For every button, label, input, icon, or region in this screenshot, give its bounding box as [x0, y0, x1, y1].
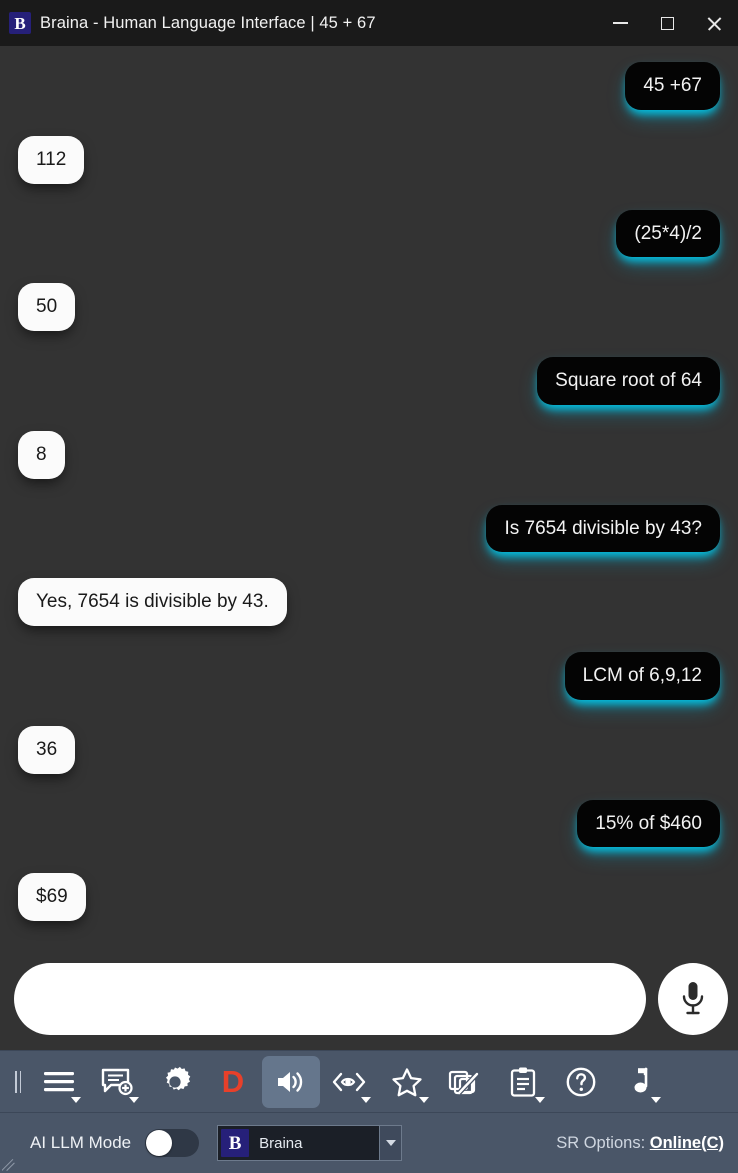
help-button[interactable]: [552, 1056, 610, 1108]
logo-letter: B: [228, 1132, 242, 1154]
eye-vision-icon: [332, 1072, 366, 1091]
chevron-down-icon: [129, 1096, 139, 1103]
menu-button[interactable]: [30, 1056, 88, 1108]
message-row: 112: [18, 135, 720, 184]
sr-options[interactable]: SR Options: Online(C): [556, 1134, 724, 1153]
message-row: 45 +67: [18, 62, 720, 110]
title-bar: B Braina - Human Language Interface | 45…: [0, 0, 738, 46]
close-button[interactable]: [691, 0, 738, 46]
letter-d-icon: D: [221, 1064, 245, 1099]
hamburger-menu-icon: [44, 1071, 74, 1091]
vision-button[interactable]: [320, 1056, 378, 1108]
music-note-icon: [634, 1067, 648, 1092]
maximize-button[interactable]: [644, 0, 691, 46]
grip-icon: [15, 1070, 17, 1093]
new-chat-button[interactable]: [88, 1056, 146, 1108]
message-row: Yes, 7654 is divisible by 43.: [18, 578, 720, 626]
toggle-knob: [146, 1130, 173, 1156]
user-message-bubble[interactable]: Is 7654 divisible by 43?: [486, 504, 720, 553]
resize-grip[interactable]: [2, 1157, 16, 1171]
close-icon: [706, 15, 723, 32]
sr-options-label: SR Options:: [556, 1133, 650, 1152]
microphone-button[interactable]: [658, 963, 728, 1035]
assistant-message-bubble[interactable]: $69: [18, 873, 86, 921]
speaker-button[interactable]: [262, 1055, 320, 1108]
user-message-bubble[interactable]: Square root of 64: [537, 357, 720, 405]
notes-button[interactable]: [494, 1056, 552, 1108]
model-select-arrow[interactable]: [379, 1126, 402, 1160]
assistant-message-bubble[interactable]: Yes, 7654 is divisible by 43.: [18, 578, 287, 626]
user-message-bubble[interactable]: 15% of $460: [577, 799, 720, 848]
chevron-down-icon: [535, 1096, 545, 1103]
chevron-down-icon: [385, 1140, 396, 1146]
drag-handle[interactable]: [10, 1069, 26, 1095]
speaker-volume-icon: [278, 1071, 303, 1092]
message-row: Square root of 64: [18, 357, 720, 405]
music-button[interactable]: [610, 1056, 668, 1108]
braina-logo-icon: B: [221, 1129, 250, 1157]
ai-llm-mode-label: AI LLM Mode: [30, 1133, 132, 1152]
message-row: LCM of 6,9,12: [18, 652, 720, 700]
user-message-bubble[interactable]: (25*4)/2: [616, 209, 720, 258]
sr-options-value[interactable]: Online(C): [650, 1134, 724, 1152]
chevron-down-icon: [651, 1096, 661, 1103]
chevron-down-icon: [361, 1096, 371, 1103]
assistant-message-bubble[interactable]: 112: [18, 135, 85, 184]
question-circle-icon: [566, 1067, 596, 1096]
user-message-bubble[interactable]: LCM of 6,9,12: [564, 652, 720, 700]
star-icon: [392, 1067, 422, 1096]
settings-button[interactable]: [146, 1056, 204, 1108]
chat-transcript[interactable]: 45 +67 112 (25*4)/2 50 Square root of 64 8 Is …: [0, 46, 738, 958]
status-bar: AI LLM Mode B Braina SR Options: Online(…: [0, 1112, 738, 1173]
microphone-icon: [682, 982, 704, 1015]
chevron-down-icon: [71, 1096, 81, 1103]
braina-logo-icon: B: [9, 12, 31, 34]
message-input[interactable]: [14, 963, 646, 1035]
screen-capture-button[interactable]: [436, 1056, 494, 1108]
user-message-bubble[interactable]: 45 +67: [625, 62, 720, 110]
message-row: $69: [18, 873, 720, 921]
message-row: (25*4)/2: [18, 209, 720, 258]
message-row: 36: [18, 725, 720, 774]
ai-llm-mode-toggle[interactable]: [145, 1129, 200, 1157]
window-title: Braina - Human Language Interface | 45 +…: [40, 13, 376, 32]
composer: [0, 958, 738, 1050]
clipboard-icon: [510, 1067, 536, 1097]
main-toolbar: D: [0, 1050, 738, 1112]
copy-disabled-icon: [448, 1070, 479, 1095]
message-row: 15% of $460: [18, 799, 720, 848]
favorites-button[interactable]: [378, 1056, 436, 1108]
chevron-down-icon: [419, 1096, 429, 1103]
message-row: 8: [18, 430, 720, 479]
assistant-message-bubble[interactable]: 36: [18, 725, 76, 774]
gear-icon: [166, 1066, 191, 1090]
logo-letter: B: [14, 13, 26, 33]
assistant-message-bubble[interactable]: 50: [18, 283, 76, 331]
message-row: 50: [18, 283, 720, 331]
minimize-icon: [613, 22, 628, 24]
new-chat-icon: [101, 1068, 133, 1095]
assistant-message-bubble[interactable]: 8: [18, 430, 65, 479]
braina-window: B Braina - Human Language Interface | 45…: [0, 0, 738, 1173]
model-select-value: Braina: [259, 1134, 303, 1152]
model-select[interactable]: B Braina: [217, 1125, 403, 1161]
window-controls: [597, 0, 738, 46]
dictation-button[interactable]: D: [204, 1056, 262, 1108]
minimize-button[interactable]: [597, 0, 644, 46]
message-row: Is 7654 divisible by 43?: [18, 504, 720, 553]
maximize-icon: [661, 16, 674, 30]
